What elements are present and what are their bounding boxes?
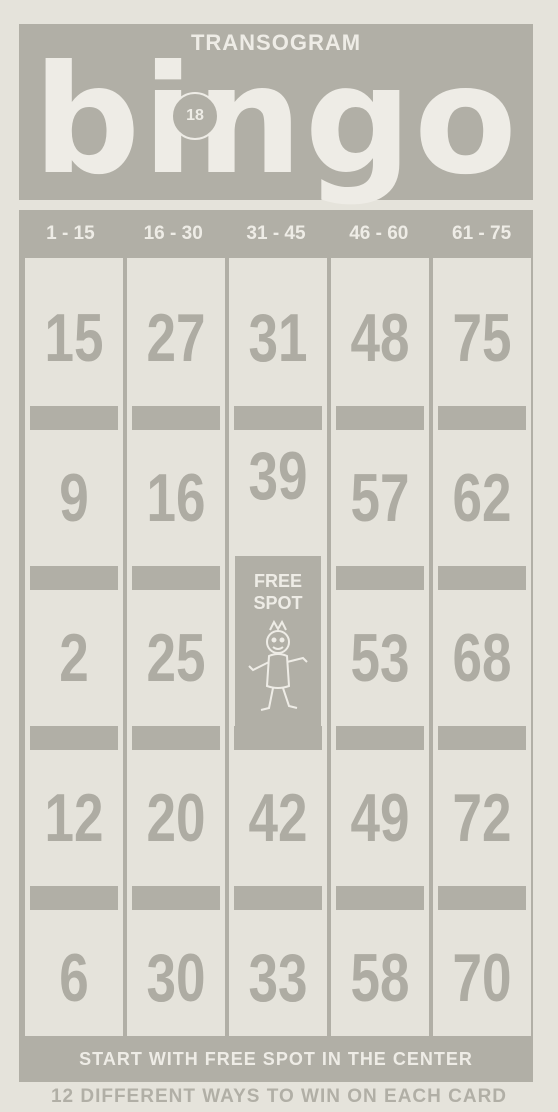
header-banner: TRANSOGRAM bingo 18 — [19, 24, 533, 200]
number-cell[interactable]: 31 — [240, 270, 316, 406]
number-cell[interactable]: 57 — [342, 430, 418, 566]
bingo-column: 48 57 53 49 58 — [331, 258, 429, 1036]
free-spot-label: FREE SPOT — [253, 571, 303, 613]
divider-bar — [132, 886, 220, 910]
range-label: 31 - 45 — [246, 223, 306, 244]
number-cell[interactable]: 62 — [444, 430, 520, 566]
number-cell[interactable]: 58 — [342, 910, 418, 1046]
number-cell[interactable]: 25 — [138, 590, 214, 726]
clown-mascot-icon — [248, 619, 308, 711]
divider-bar — [132, 566, 220, 590]
number-cell[interactable]: 27 — [138, 270, 214, 406]
bingo-logo: bingo — [32, 34, 519, 208]
range-label: 46 - 60 — [349, 223, 409, 244]
divider-bar — [132, 406, 220, 430]
divider-bar — [438, 566, 526, 590]
number-cell[interactable]: 75 — [444, 270, 520, 406]
divider-bar — [438, 886, 526, 910]
number-cell[interactable]: 33 — [240, 910, 316, 1046]
number-cell[interactable]: 70 — [444, 910, 520, 1046]
tagline: 12 DIFFERENT WAYS TO WIN ON EACH CARD — [50, 1086, 508, 1107]
divider-bar — [234, 726, 322, 750]
number-columns: 15 9 2 12 6 27 16 25 20 30 31 39 FREE SP… — [25, 258, 531, 1036]
number-cell[interactable]: 9 — [36, 430, 112, 566]
range-label: 16 - 30 — [143, 223, 203, 244]
range-label: 1 - 15 — [46, 223, 95, 244]
number-cell[interactable]: 2 — [36, 590, 112, 726]
divider-bar — [30, 726, 118, 750]
number-cell[interactable]: 68 — [444, 590, 520, 726]
divider-bar — [438, 726, 526, 750]
number-cell[interactable]: 48 — [342, 270, 418, 406]
range-header-row: 1 - 15 16 - 30 31 - 45 46 - 60 61 - 75 — [19, 210, 533, 258]
number-cell[interactable]: 49 — [342, 750, 418, 886]
free-spot[interactable]: FREE SPOT — [235, 556, 321, 738]
divider-bar — [132, 726, 220, 750]
instruction-banner: START WITH FREE SPOT IN THE CENTER — [19, 1036, 533, 1082]
divider-bar — [30, 886, 118, 910]
bingo-column: 75 62 68 72 70 — [433, 258, 531, 1036]
divider-bar — [336, 726, 424, 750]
number-cell[interactable]: 15 — [36, 270, 112, 406]
number-cell[interactable]: 42 — [240, 750, 316, 886]
number-cell[interactable]: 53 — [342, 590, 418, 726]
divider-bar — [336, 566, 424, 590]
divider-bar — [336, 406, 424, 430]
number-cell[interactable]: 30 — [138, 910, 214, 1046]
number-cell[interactable]: 6 — [36, 910, 112, 1046]
divider-bar — [234, 886, 322, 910]
divider-bar — [30, 566, 118, 590]
bingo-column: 31 39 FREE SPOT 42 33 — [229, 258, 327, 1036]
number-cell[interactable]: 16 — [138, 430, 214, 566]
divider-bar — [438, 406, 526, 430]
bingo-card: TRANSOGRAM bingo 18 1 - 15 16 - 30 31 - … — [0, 0, 558, 1112]
bingo-grid: 1 - 15 16 - 30 31 - 45 46 - 60 61 - 75 1… — [19, 210, 533, 1036]
bingo-column: 27 16 25 20 30 — [127, 258, 225, 1036]
number-cell[interactable]: 12 — [36, 750, 112, 886]
divider-bar — [30, 406, 118, 430]
number-cell[interactable]: 72 — [444, 750, 520, 886]
number-cell[interactable]: 20 — [138, 750, 214, 886]
divider-bar — [336, 886, 424, 910]
bingo-column: 15 9 2 12 6 — [25, 258, 123, 1036]
card-number-badge: 18 — [171, 92, 219, 140]
number-cell[interactable]: 39 — [240, 408, 316, 544]
range-label: 61 - 75 — [452, 223, 512, 244]
